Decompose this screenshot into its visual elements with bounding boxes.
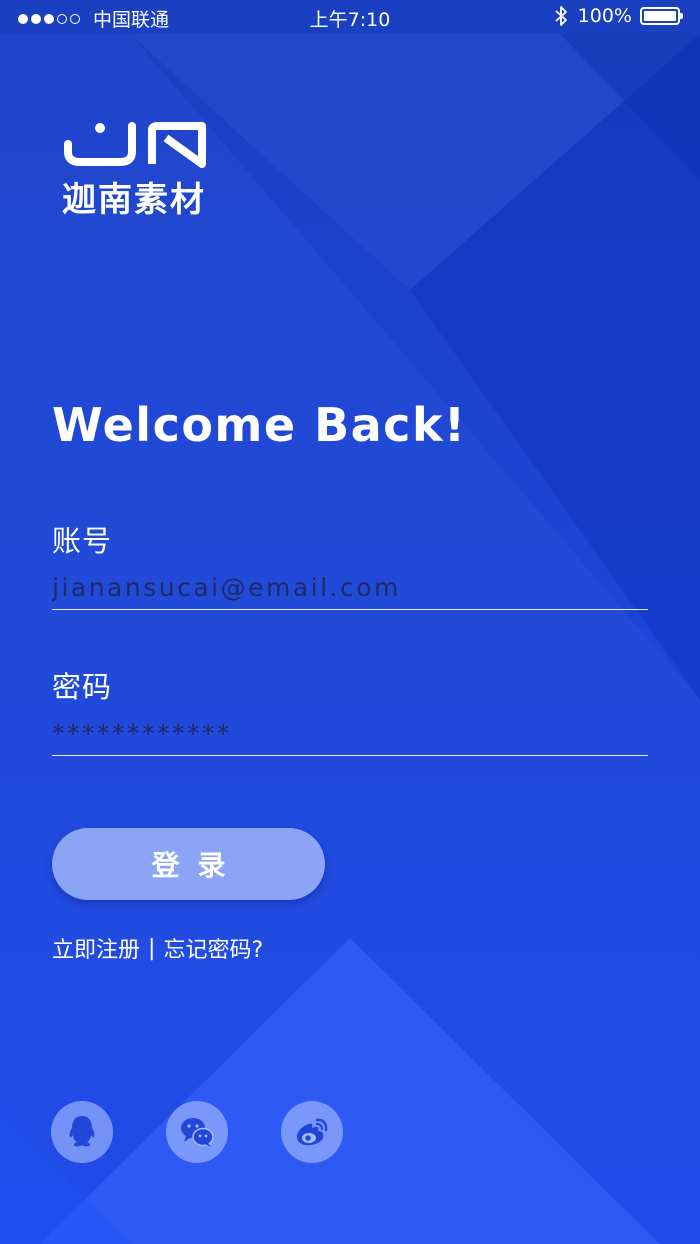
- qq-icon: [69, 1116, 95, 1147]
- login-button[interactable]: 登录: [52, 828, 325, 900]
- login-screen: 中国联通 上午7:10 100% 迦南素材 Welcome Back! 账号 密…: [0, 0, 700, 1244]
- app-logo: 迦南素材: [62, 122, 222, 221]
- account-label: 账号: [52, 524, 113, 558]
- register-link[interactable]: 立即注册: [52, 932, 140, 964]
- logo-text: 迦南素材: [62, 180, 206, 220]
- wechat-login-button[interactable]: [166, 1101, 228, 1163]
- qq-login-button[interactable]: [51, 1101, 113, 1163]
- battery-percent: 100%: [577, 5, 632, 27]
- account-input[interactable]: [52, 566, 648, 610]
- bluetooth-icon: [555, 6, 567, 26]
- page-title: Welcome Back!: [52, 398, 467, 452]
- battery-icon: [640, 7, 683, 25]
- forgot-password-link[interactable]: 忘记密码?: [163, 932, 263, 964]
- wechat-icon: [181, 1118, 214, 1147]
- logo-mark-icon: [64, 122, 206, 168]
- status-bar: 中国联通 上午7:10 100%: [0, 0, 700, 34]
- weibo-icon: [296, 1118, 328, 1146]
- account-links: 立即注册 | 忘记密码?: [52, 932, 263, 964]
- password-label: 密码: [52, 670, 113, 704]
- battery-fill: [644, 11, 676, 21]
- links-separator: |: [148, 935, 156, 961]
- weibo-login-button[interactable]: [281, 1101, 343, 1163]
- status-right: 100%: [554, 5, 683, 27]
- password-input[interactable]: [52, 712, 648, 756]
